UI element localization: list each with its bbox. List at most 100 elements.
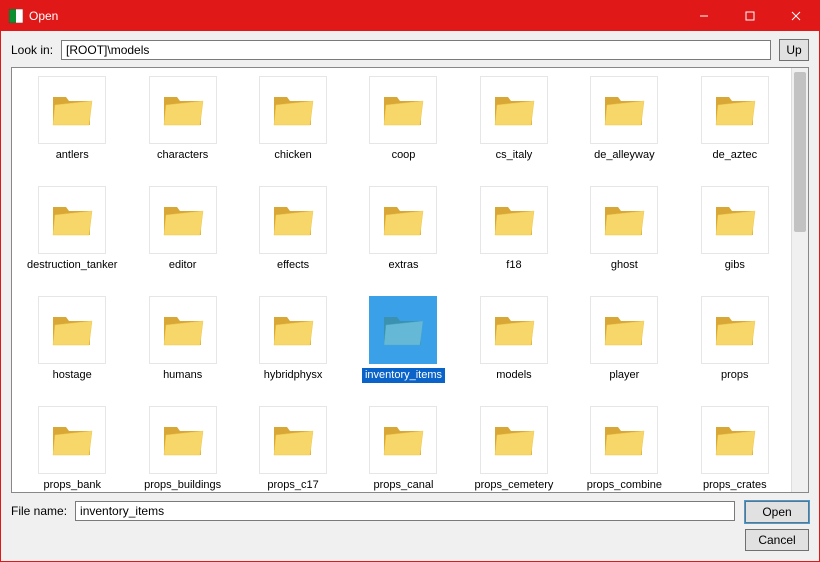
folder-item[interactable]: props_canal	[351, 406, 455, 492]
filename-label: File name:	[11, 504, 67, 518]
folder-item[interactable]: props	[683, 296, 787, 404]
folder-icon	[480, 76, 548, 144]
minimize-button[interactable]	[681, 1, 727, 31]
folder-icon	[259, 406, 327, 474]
folder-label: coop	[389, 148, 419, 163]
folder-item[interactable]: cs_italy	[462, 76, 566, 184]
folder-item[interactable]: player	[572, 296, 676, 404]
lookin-label: Look in:	[11, 43, 53, 57]
window-title: Open	[29, 9, 681, 23]
folder-item[interactable]: hybridphysx	[241, 296, 345, 404]
folder-item[interactable]: inventory_items	[351, 296, 455, 404]
folder-icon	[590, 296, 658, 364]
folder-item[interactable]: props_c17	[241, 406, 345, 492]
folder-icon	[259, 296, 327, 364]
folder-label: props_cemetery	[471, 478, 556, 492]
folder-browser: antlers characters chicken coop cs_italy…	[11, 67, 809, 493]
folder-icon	[149, 76, 217, 144]
folder-item[interactable]: effects	[241, 186, 345, 294]
folder-label: extras	[386, 258, 422, 273]
folder-label: props_combine	[584, 478, 665, 492]
up-button[interactable]: Up	[779, 39, 809, 61]
folder-item[interactable]: props_bank	[20, 406, 124, 492]
folder-label: characters	[154, 148, 211, 163]
folder-label: humans	[160, 368, 205, 383]
folder-label: props_crates	[700, 478, 770, 492]
lookin-input[interactable]	[61, 40, 771, 60]
folder-label: props_c17	[264, 478, 321, 492]
folder-item[interactable]: props_cemetery	[462, 406, 566, 492]
folder-icon	[480, 406, 548, 474]
folder-item[interactable]: coop	[351, 76, 455, 184]
folder-label: de_alleyway	[591, 148, 658, 163]
folder-label: editor	[166, 258, 200, 273]
open-dialog: Open Look in: Up antlers characters chic…	[0, 0, 820, 562]
folder-label: hostage	[50, 368, 95, 383]
folder-item[interactable]: destruction_tanker	[20, 186, 124, 294]
folder-item[interactable]: props_combine	[572, 406, 676, 492]
folder-icon	[38, 406, 106, 474]
folder-label: ghost	[608, 258, 641, 273]
folder-label: chicken	[271, 148, 314, 163]
bottom-row: File name: Open Cancel	[1, 493, 819, 561]
folder-icon	[590, 406, 658, 474]
folder-label: props_bank	[40, 478, 104, 492]
folder-label: models	[493, 368, 534, 383]
folder-label: props	[718, 368, 752, 383]
folder-icon	[38, 186, 106, 254]
folder-icon	[149, 296, 217, 364]
folder-label: props_canal	[371, 478, 437, 492]
folder-item[interactable]: gibs	[683, 186, 787, 294]
folder-label: effects	[274, 258, 312, 273]
folder-item[interactable]: props_buildings	[130, 406, 234, 492]
titlebar: Open	[1, 1, 819, 31]
folder-icon	[480, 186, 548, 254]
folder-label: f18	[503, 258, 524, 273]
app-icon	[9, 9, 23, 23]
cancel-button[interactable]: Cancel	[745, 529, 809, 551]
filename-input[interactable]	[75, 501, 735, 521]
folder-grid[interactable]: antlers characters chicken coop cs_italy…	[12, 68, 791, 492]
folder-icon	[369, 406, 437, 474]
folder-icon	[369, 186, 437, 254]
folder-icon	[369, 76, 437, 144]
folder-item[interactable]: models	[462, 296, 566, 404]
folder-item[interactable]: editor	[130, 186, 234, 294]
folder-item[interactable]: humans	[130, 296, 234, 404]
folder-icon	[149, 186, 217, 254]
folder-label: gibs	[722, 258, 748, 273]
folder-icon	[701, 186, 769, 254]
folder-icon	[590, 186, 658, 254]
folder-label: inventory_items	[362, 368, 445, 383]
folder-item[interactable]: antlers	[20, 76, 124, 184]
folder-label: destruction_tanker	[24, 258, 121, 273]
folder-item[interactable]: extras	[351, 186, 455, 294]
folder-item[interactable]: props_crates	[683, 406, 787, 492]
folder-icon	[701, 296, 769, 364]
folder-icon	[701, 76, 769, 144]
open-button[interactable]: Open	[745, 501, 809, 523]
folder-icon	[701, 406, 769, 474]
folder-icon	[149, 406, 217, 474]
folder-item[interactable]: de_alleyway	[572, 76, 676, 184]
folder-label: de_aztec	[709, 148, 760, 163]
folder-label: cs_italy	[493, 148, 536, 163]
folder-icon	[259, 76, 327, 144]
folder-item[interactable]: ghost	[572, 186, 676, 294]
folder-icon	[259, 186, 327, 254]
scrollbar-thumb[interactable]	[794, 72, 806, 232]
folder-item[interactable]: f18	[462, 186, 566, 294]
close-button[interactable]	[773, 1, 819, 31]
folder-label: props_buildings	[141, 478, 224, 492]
folder-item[interactable]: characters	[130, 76, 234, 184]
folder-item[interactable]: de_aztec	[683, 76, 787, 184]
folder-icon	[590, 76, 658, 144]
maximize-button[interactable]	[727, 1, 773, 31]
folder-item[interactable]: chicken	[241, 76, 345, 184]
folder-label: player	[606, 368, 642, 383]
folder-icon	[38, 296, 106, 364]
folder-icon	[480, 296, 548, 364]
scrollbar[interactable]	[791, 68, 808, 492]
lookin-row: Look in: Up	[1, 31, 819, 67]
folder-item[interactable]: hostage	[20, 296, 124, 404]
